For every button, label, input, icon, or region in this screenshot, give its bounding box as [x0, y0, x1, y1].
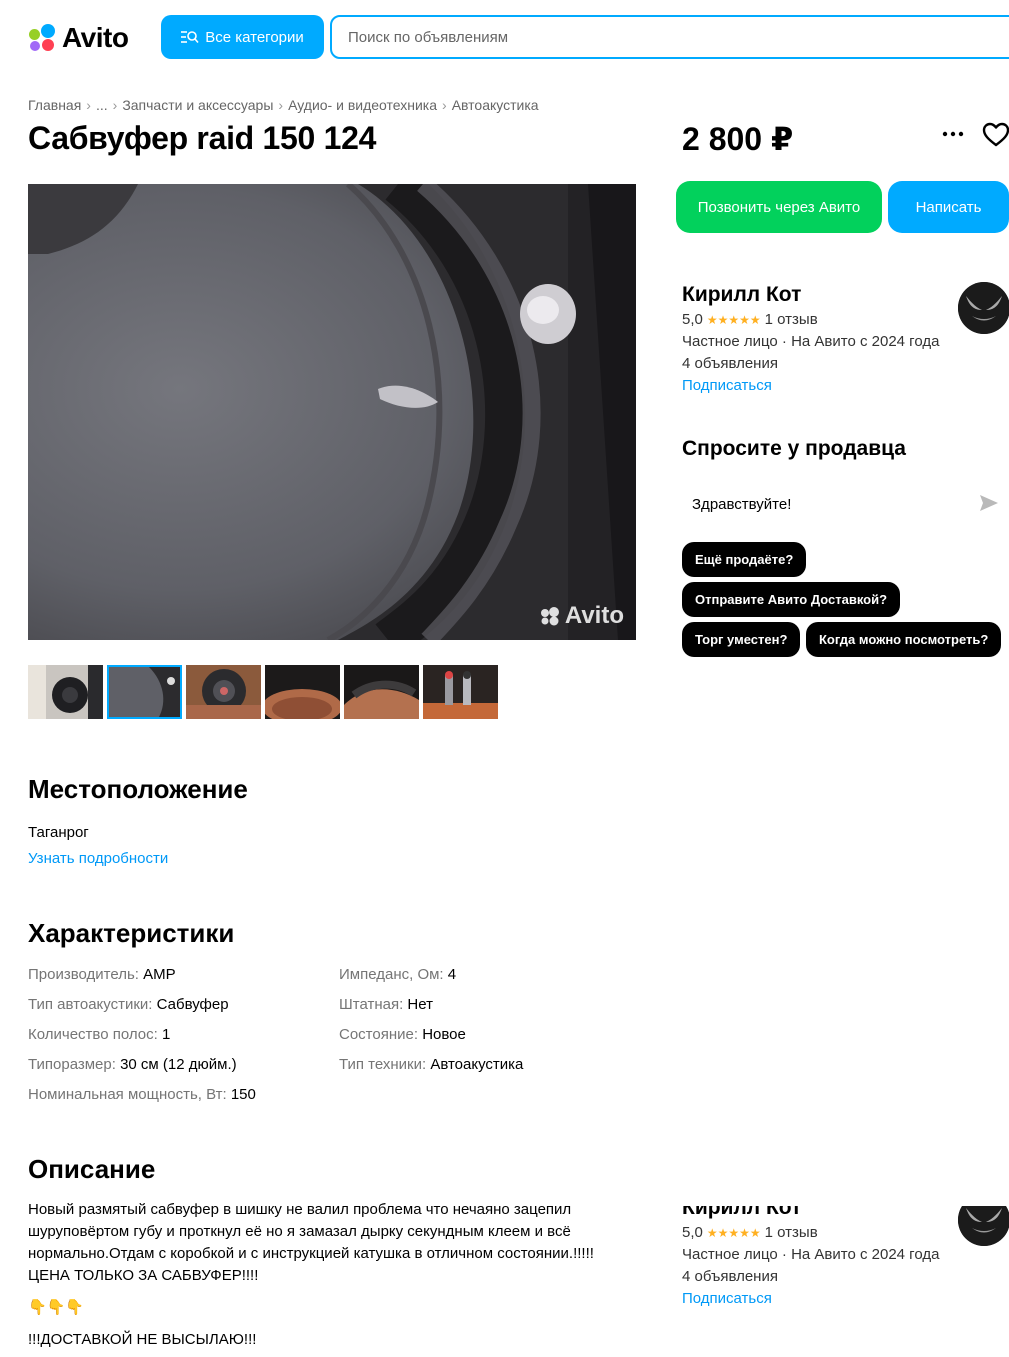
- watermark-text: Avito: [564, 602, 624, 629]
- spec-item: Тип автоакустики: Сабвуфер: [28, 996, 229, 1013]
- thumbnail-3[interactable]: [186, 665, 261, 719]
- quick-question-chip[interactable]: Отправите Авито Доставкой?: [682, 582, 901, 617]
- thumbnail-4[interactable]: [265, 665, 340, 719]
- all-categories-label: Все категории: [205, 28, 304, 46]
- thumbnail-1[interactable]: [28, 665, 103, 719]
- more-options-icon[interactable]: [940, 124, 966, 144]
- breadcrumb-ellipsis[interactable]: ...: [96, 97, 108, 113]
- search-input[interactable]: [348, 28, 1009, 46]
- subscribe-link[interactable]: Подписаться: [682, 1290, 1009, 1307]
- favorite-heart-icon[interactable]: [982, 122, 1009, 148]
- rating-stars-icon: ★★★★★: [706, 313, 761, 327]
- location-title: Местоположение: [28, 774, 248, 804]
- description-paragraph: Новый размятый сабвуфер в шишку не валил…: [28, 1201, 594, 1284]
- breadcrumb-home[interactable]: Главная: [28, 97, 81, 113]
- rating-stars-icon: ★★★★★: [706, 1226, 761, 1240]
- avito-logo[interactable]: Avito: [28, 22, 129, 54]
- location-city: Таганрог: [28, 824, 89, 841]
- ask-seller-box[interactable]: [682, 482, 1009, 526]
- spec-item: Количество полос: 1: [28, 1026, 171, 1043]
- seller-type: Частное лицо · На Авито с 2024 года: [682, 1246, 940, 1263]
- thumbnail-6[interactable]: [423, 665, 498, 719]
- breadcrumb-separator: ›: [278, 97, 284, 113]
- seller-rating: 5,0: [682, 1224, 703, 1241]
- spec-item: Штатная: Нет: [339, 996, 433, 1013]
- sticky-seller-avatar[interactable]: [958, 1206, 1009, 1246]
- listing-title: Сабвуфер raid 150 124: [28, 120, 377, 156]
- breadcrumb-car-audio[interactable]: Автоакустика: [452, 97, 539, 113]
- spec-item: Производитель: AMP: [28, 966, 176, 983]
- location-details-link[interactable]: Узнать подробности: [28, 850, 168, 867]
- write-message-button[interactable]: Написать: [888, 181, 1009, 233]
- search-box[interactable]: [330, 15, 1009, 59]
- description-paragraph: !!!ДОСТАВКОЙ НЕ ВЫСЫЛАЮ!!!: [28, 1331, 257, 1348]
- thumbnail-5[interactable]: [344, 665, 419, 719]
- breadcrumb-audio[interactable]: Аудио- и видеотехника: [288, 97, 437, 113]
- main-photo[interactable]: Avito: [28, 184, 636, 640]
- ask-seller-title: Спросите у продавца: [682, 437, 906, 460]
- description-pointing-emojis: 👇👇👇: [28, 1299, 85, 1316]
- quick-question-chip[interactable]: Торг уместен?: [682, 622, 801, 657]
- thumbnail-2[interactable]: [107, 665, 182, 719]
- all-categories-button[interactable]: Все категории: [161, 15, 324, 59]
- breadcrumb-separator: ›: [442, 97, 447, 113]
- spec-item: Типоразмер: 30 см (12 дюйм.): [28, 1056, 237, 1073]
- seller-reviews: 1 отзыв: [764, 311, 818, 328]
- logo-text: Avito: [62, 22, 129, 53]
- subscribe-link[interactable]: Подписаться: [682, 377, 1009, 394]
- thumbnail-strip: [28, 665, 498, 719]
- send-icon[interactable]: [979, 494, 999, 512]
- avito-watermark: Avito: [540, 602, 624, 630]
- quick-question-chip[interactable]: Когда можно посмотреть?: [806, 622, 1002, 657]
- call-via-avito-button[interactable]: Позвонить через Авито: [676, 181, 882, 233]
- watermark-dots-icon: [540, 607, 559, 626]
- seller-type: Частное лицо · На Авито с 2024 года: [682, 333, 940, 350]
- breadcrumb: Главная › ... › Запчасти и аксессуары › …: [28, 97, 539, 113]
- logo-dots-icon: [28, 24, 60, 52]
- breadcrumb-parts[interactable]: Запчасти и аксессуары: [122, 97, 273, 113]
- breadcrumb-separator: ›: [86, 97, 91, 113]
- categories-search-icon: [181, 31, 199, 44]
- specs-title: Характеристики: [28, 918, 235, 948]
- description-title: Описание: [28, 1154, 156, 1184]
- seller-reviews: 1 отзыв: [764, 1224, 818, 1241]
- spec-item: Тип техники: Автоакустика: [339, 1056, 524, 1073]
- ask-seller-input[interactable]: [692, 495, 972, 513]
- listing-price: 2 800 ₽: [682, 121, 794, 157]
- spec-item: Состояние: Новое: [339, 1026, 466, 1043]
- seller-rating: 5,0: [682, 311, 703, 328]
- spec-item: Импеданс, Ом: 4: [339, 966, 457, 983]
- seller-ads-count[interactable]: 4 объявления: [682, 1268, 1009, 1286]
- seller-ads-count[interactable]: 4 объявления: [682, 355, 1009, 373]
- description-text: Новый размятый сабвуфер в шишку не валил…: [28, 1199, 628, 1357]
- subwoofer-photo: [28, 184, 636, 640]
- breadcrumb-separator: ›: [112, 97, 118, 113]
- spec-item: Номинальная мощность, Вт: 150: [28, 1086, 256, 1103]
- quick-question-chip[interactable]: Ещё продаёте?: [682, 542, 807, 577]
- seller-avatar[interactable]: [958, 282, 1009, 334]
